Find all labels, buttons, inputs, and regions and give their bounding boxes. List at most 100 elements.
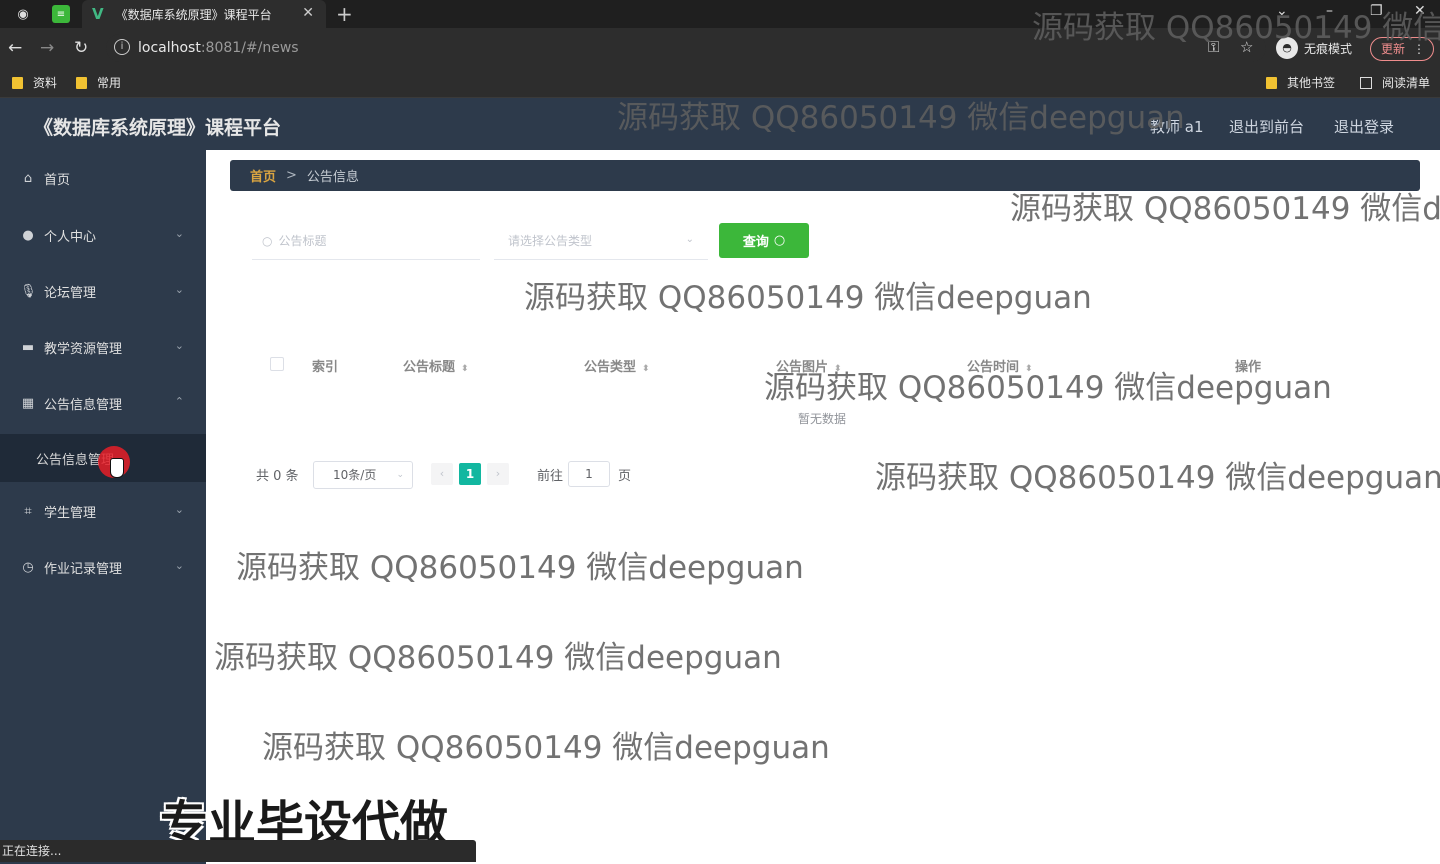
user-icon: ● xyxy=(22,227,34,243)
browser-menu-icon[interactable]: ◉ xyxy=(14,5,32,23)
vue-logo-icon: V xyxy=(92,5,104,23)
url-field[interactable]: i localhost:8081/#/news xyxy=(106,34,1266,62)
app-favicon-icon[interactable]: ≡ xyxy=(52,5,70,23)
watermark-text: 源码获取 QQ86050149 微信deepguan xyxy=(262,730,830,766)
column-header-type[interactable]: 公告类型 ⬍ xyxy=(584,356,650,375)
prev-page-button[interactable]: ‹ xyxy=(431,463,453,485)
incognito-indicator[interactable]: ◓ 无痕模式 xyxy=(1276,37,1352,59)
bookmark-label: 其他书签 xyxy=(1287,76,1336,90)
incognito-icon: ◓ xyxy=(1276,37,1298,59)
chevron-down-icon: ⌄ xyxy=(174,559,184,572)
sidebar-item-resources[interactable]: ▬ 教学资源管理 ⌄ xyxy=(0,319,206,375)
site-info-icon[interactable]: i xyxy=(114,39,130,55)
chevron-down-icon: ⌄ xyxy=(174,227,184,240)
column-label: 公告图片 xyxy=(776,360,829,375)
breadcrumb-home[interactable]: 首页 xyxy=(250,166,276,185)
table-header: 索引 公告标题 ⬍ 公告类型 ⬍ 公告图片 ⬍ 公告时间 ⬍ 操作 xyxy=(252,342,1420,386)
new-tab-icon[interactable]: + xyxy=(336,2,353,26)
key-icon[interactable]: ⚿ xyxy=(1208,38,1219,56)
sidebar-item-personal-center[interactable]: ● 个人中心 ⌄ xyxy=(0,207,206,263)
goto-page-input[interactable]: 1 xyxy=(568,461,610,487)
column-header-time[interactable]: 公告时间 ⬍ xyxy=(967,356,1033,375)
bookmark-label: 阅读清单 xyxy=(1382,76,1431,90)
chevron-down-icon: ⌄ xyxy=(174,283,184,296)
chevron-down-icon: ⌄ xyxy=(396,470,404,480)
exit-to-front-link[interactable]: 退出到前台 xyxy=(1229,116,1304,137)
chevron-down-icon: ⌄ xyxy=(174,339,184,352)
chevron-down-icon: ⌄ xyxy=(685,234,694,245)
back-icon[interactable]: ← xyxy=(8,38,22,58)
restore-icon[interactable]: ❐ xyxy=(1370,3,1383,19)
breadcrumb-separator: > xyxy=(286,168,297,183)
sidebar-item-home[interactable]: ⌂ 首页 xyxy=(0,150,206,206)
tab-title: 《数据库系统原理》课程平台 xyxy=(115,7,272,22)
chevron-down-icon: ⌄ xyxy=(174,503,184,516)
bookmark-label: 资料 xyxy=(33,76,58,90)
search-icon: ○ xyxy=(773,233,786,248)
current-user: 教师 a1 xyxy=(1150,118,1204,136)
column-header-title[interactable]: 公告标题 ⬍ xyxy=(403,356,469,375)
bookmark-other[interactable]: 其他书签 xyxy=(1266,74,1335,91)
update-button[interactable]: 更新 ⋮ xyxy=(1370,37,1434,61)
query-button[interactable]: 查询 ○ xyxy=(719,223,809,258)
page-size-value: 10条/页 xyxy=(333,468,377,482)
sort-icon[interactable]: ⬍ xyxy=(461,364,469,374)
sidebar-item-homework[interactable]: ◷ 作业记录管理 ⌄ xyxy=(0,539,206,595)
reading-list[interactable]: 阅读清单 xyxy=(1360,74,1430,91)
more-menu-icon: ⋮ xyxy=(1413,42,1425,56)
sidebar-item-label: 论坛管理 xyxy=(44,285,97,301)
bookmark-changyong[interactable]: 常用 xyxy=(76,74,121,91)
update-label: 更新 xyxy=(1381,42,1406,56)
column-header-actions: 操作 xyxy=(1235,356,1261,375)
sidebar-item-forum[interactable]: 🎙 论坛管理 ⌄ xyxy=(0,263,206,319)
bookmark-ziliao[interactable]: 资料 xyxy=(12,74,57,91)
sidebar-item-label: 首页 xyxy=(44,172,71,188)
close-window-icon[interactable]: ✕ xyxy=(1414,3,1426,19)
app-title: 《数据库系统原理》课程平台 xyxy=(34,117,282,139)
notice-type-select[interactable]: 请选择公告类型 ⌄ xyxy=(494,222,708,260)
minimize-icon[interactable]: – xyxy=(1326,3,1333,19)
tab-close-icon[interactable]: ✕ xyxy=(302,5,314,21)
next-page-button[interactable]: › xyxy=(487,463,509,485)
column-label: 公告标题 xyxy=(403,360,456,375)
watermark-text: 源码获取 QQ86050149 微信deepguan xyxy=(214,640,782,676)
browser-tab-active[interactable]: V 《数据库系统原理》课程平台 ✕ xyxy=(82,0,326,28)
notice-title-input[interactable]: ○ 公告标题 xyxy=(252,222,480,260)
sort-icon[interactable]: ⬍ xyxy=(642,364,650,374)
page-size-select[interactable]: 10条/页 ⌄ xyxy=(313,461,413,489)
reload-icon[interactable]: ↻ xyxy=(74,38,88,58)
select-all-checkbox[interactable] xyxy=(270,357,284,371)
column-header-index: 索引 xyxy=(312,356,338,375)
sidebar-item-students[interactable]: ⌗ 学生管理 ⌄ xyxy=(0,483,206,539)
breadcrumb-current: 公告信息 xyxy=(306,170,359,185)
browser-tab-bar: ◉ ≡ V 《数据库系统原理》课程平台 ✕ + ⌄ – ❐ ✕ xyxy=(0,0,1440,28)
sidebar-item-notice[interactable]: ▦ 公告信息管理 ⌃ xyxy=(0,375,206,431)
app-header: 《数据库系统原理》课程平台 教师 a1 退出到前台 退出登录 xyxy=(0,98,1440,150)
column-label: 公告时间 xyxy=(967,360,1020,375)
chevron-up-icon: ⌃ xyxy=(174,395,184,408)
page-number-active[interactable]: 1 xyxy=(459,463,481,485)
input-placeholder: 公告标题 xyxy=(278,234,327,248)
browser-status-bar: 正在连接... xyxy=(0,840,476,862)
logout-link[interactable]: 退出登录 xyxy=(1334,116,1394,137)
column-label: 公告类型 xyxy=(584,360,637,375)
bookmarks-bar: 资料 常用 其他书签 阅读清单 xyxy=(0,68,1440,98)
hand-cursor-icon xyxy=(110,458,124,478)
sort-icon[interactable]: ⬍ xyxy=(834,364,842,374)
column-header-image[interactable]: 公告图片 ⬍ xyxy=(776,356,842,375)
incognito-label: 无痕模式 xyxy=(1304,41,1353,56)
forward-icon[interactable]: → xyxy=(40,38,54,58)
query-label: 查询 xyxy=(742,235,769,250)
briefcase-icon: ▬ xyxy=(21,339,35,355)
sidebar-item-label: 作业记录管理 xyxy=(44,561,123,577)
search-icon: ○ xyxy=(262,233,273,248)
bookmark-label: 常用 xyxy=(97,76,122,90)
folder-icon xyxy=(1266,76,1277,89)
tab-search-icon[interactable]: ⌄ xyxy=(1276,3,1288,19)
watermark-text: 源码获取 QQ86050149 微信deepguan xyxy=(236,550,804,586)
select-placeholder: 请选择公告类型 xyxy=(508,234,593,248)
star-icon[interactable]: ☆ xyxy=(1240,38,1253,56)
table-empty-text: 暂无数据 xyxy=(798,412,847,426)
goto-label: 前往 xyxy=(537,469,564,484)
sort-icon[interactable]: ⬍ xyxy=(1025,364,1033,374)
